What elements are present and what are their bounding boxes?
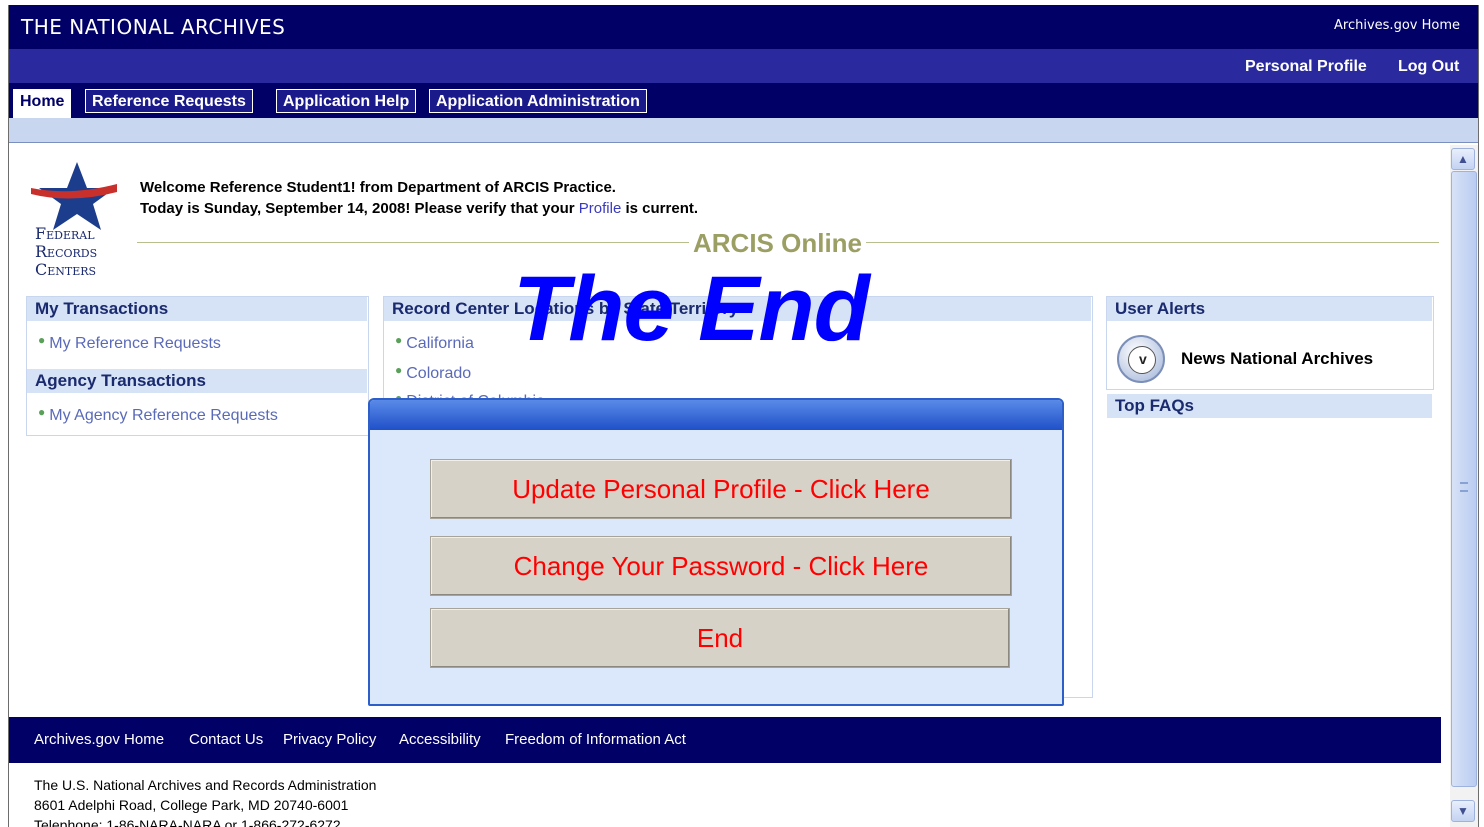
- update-profile-button[interactable]: Update Personal Profile - Click Here: [430, 459, 1012, 519]
- footer-link-foia[interactable]: Freedom of Information Act: [505, 731, 686, 748]
- archives-home-link[interactable]: Archives.gov Home: [1334, 18, 1460, 33]
- bullet-icon: ●: [38, 333, 46, 347]
- site-title: THE NATIONAL ARCHIVES: [21, 15, 286, 39]
- welcome-message: Welcome Reference Student1! from Departm…: [140, 179, 699, 217]
- the-end-overlay: The End: [513, 258, 870, 360]
- list-item[interactable]: ● California: [395, 333, 474, 353]
- tab-application-administration[interactable]: Application Administration: [429, 89, 647, 113]
- bullet-icon: ●: [395, 333, 403, 347]
- bullet-icon: ●: [395, 363, 403, 377]
- dialog-title-bar: [370, 400, 1062, 430]
- footer-link-privacy-policy[interactable]: Privacy Policy: [283, 731, 376, 748]
- action-dialog: Update Personal Profile - Click Here Cha…: [368, 398, 1064, 706]
- footer-link-contact-us[interactable]: Contact Us: [189, 731, 263, 748]
- profile-link[interactable]: Profile: [579, 200, 622, 217]
- scroll-thumb[interactable]: [1451, 171, 1477, 787]
- change-password-button[interactable]: Change Your Password - Click Here: [430, 536, 1012, 596]
- site-header: THE NATIONAL ARCHIVES Archives.gov Home: [9, 5, 1478, 49]
- agency-transactions-heading: Agency Transactions: [27, 369, 367, 393]
- tab-application-help[interactable]: Application Help: [276, 89, 417, 113]
- footer-link-accessibility[interactable]: Accessibility: [399, 731, 481, 748]
- scroll-up-icon[interactable]: ▲: [1451, 148, 1475, 170]
- list-item[interactable]: ● Colorado: [395, 363, 471, 383]
- logout-link[interactable]: Log Out: [1398, 58, 1459, 76]
- bullet-icon: ●: [38, 405, 46, 419]
- vertical-scrollbar[interactable]: ▲ ▼: [1450, 145, 1478, 827]
- user-alerts-heading: User Alerts: [1107, 297, 1432, 321]
- grip-icon: [1460, 482, 1468, 492]
- end-button[interactable]: End: [430, 608, 1010, 668]
- tab-bar: Home Reference Requests Application Help…: [9, 83, 1478, 118]
- clock-icon: v: [1117, 335, 1165, 383]
- personal-profile-link[interactable]: Personal Profile: [1245, 58, 1367, 76]
- tab-home[interactable]: Home: [13, 89, 72, 118]
- footer-link-archives-home[interactable]: Archives.gov Home: [34, 731, 164, 748]
- top-faqs-heading: Top FAQs: [1107, 394, 1432, 418]
- app-title: ARCIS Online: [689, 228, 867, 259]
- list-item[interactable]: ● My Agency Reference Requests: [38, 405, 278, 425]
- footer-address: The U.S. National Archives and Records A…: [34, 777, 377, 827]
- logo-text: Federal Records Centers: [35, 224, 98, 279]
- footer-nav: Archives.gov Home Contact Us Privacy Pol…: [9, 717, 1441, 763]
- news-link[interactable]: News National Archives: [1181, 349, 1373, 369]
- tab-reference-requests[interactable]: Reference Requests: [85, 89, 253, 113]
- browser-viewport: THE NATIONAL ARCHIVES Archives.gov Home …: [8, 5, 1479, 827]
- user-bar: Personal Profile Log Out: [9, 49, 1478, 83]
- sub-nav-bar: [9, 118, 1478, 143]
- list-item[interactable]: ● My Reference Requests: [38, 333, 221, 353]
- my-transactions-heading: My Transactions: [27, 297, 367, 321]
- scroll-down-icon[interactable]: ▼: [1451, 800, 1475, 822]
